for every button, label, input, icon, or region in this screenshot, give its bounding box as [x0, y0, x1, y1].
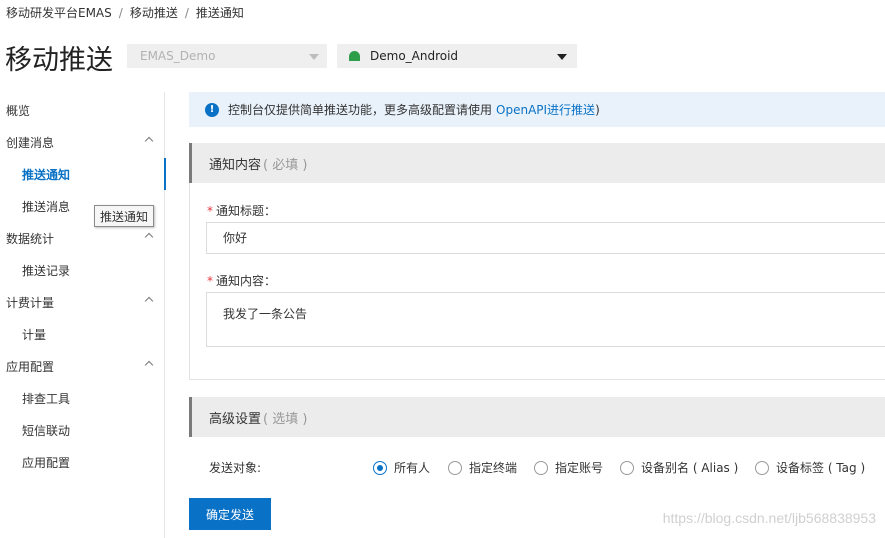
- platform-select[interactable]: Demo_Android: [337, 44, 577, 68]
- watermark: https://blog.csdn.net/ljb568838953: [662, 510, 876, 526]
- sidebar-group-create-message[interactable]: 创建消息: [0, 126, 165, 158]
- sidebar-item-push-records[interactable]: 推送记录: [0, 254, 165, 286]
- sidebar-item-label: 计费计量: [6, 295, 55, 310]
- notification-content-textarea[interactable]: 我发了一条公告: [206, 292, 885, 347]
- advanced-section-header[interactable]: 高级设置 ( 选填 ): [189, 397, 885, 437]
- target-option-device[interactable]: 指定终端: [448, 459, 517, 476]
- sidebar-item-label: 计量: [22, 327, 47, 342]
- android-icon: [348, 51, 361, 61]
- chevron-up-icon: [144, 232, 154, 242]
- field-label-text: 通知内容：: [216, 274, 277, 288]
- info-notice: ! 控制台仅提供简单推送功能，更多高级配置请使用 OpenAPI进行推送 ): [189, 92, 885, 127]
- sidebar-item-label: 推送通知: [22, 167, 71, 182]
- breadcrumb-item-current: 推送通知: [195, 6, 244, 20]
- sidebar-item-label: 应用配置: [6, 359, 55, 374]
- app-select[interactable]: EMAS_Demo: [127, 44, 327, 68]
- sidebar-item-label: 推送记录: [22, 263, 71, 278]
- app-select-value: EMAS_Demo: [140, 49, 216, 63]
- sidebar-item-push-notification[interactable]: 推送通知: [0, 158, 166, 190]
- platform-select-value: Demo_Android: [370, 49, 459, 63]
- radio-label: 设备标签 ( Tag ): [776, 461, 866, 475]
- notification-title-input[interactable]: 你好: [206, 222, 885, 254]
- sidebar-item-sms-linkage[interactable]: 短信联动: [0, 414, 165, 446]
- breadcrumb: 移动研发平台EMAS / 移动推送 / 推送通知: [6, 4, 244, 21]
- chevron-up-icon: [144, 136, 154, 146]
- radio-icon[interactable]: [755, 460, 769, 475]
- sidebar-item-label: 创建消息: [6, 135, 55, 150]
- notice-text: 控制台仅提供简单推送功能，更多高级配置请使用: [228, 103, 493, 117]
- sidebar-group-billing[interactable]: 计费计量: [0, 286, 165, 318]
- section-title: 通知内容: [209, 157, 262, 173]
- breadcrumb-item-push[interactable]: 移动推送: [130, 6, 178, 20]
- notice-close-paren: ): [595, 102, 600, 117]
- target-option-everyone[interactable]: 所有人: [373, 459, 430, 476]
- field-label-text: 通知标题：: [216, 204, 277, 218]
- target-option-account[interactable]: 指定账号: [534, 459, 603, 476]
- info-icon: !: [205, 102, 219, 117]
- section-hint: ( 选填 ): [263, 411, 308, 427]
- chevron-up-icon: [144, 360, 154, 370]
- radio-label: 指定终端: [469, 461, 518, 475]
- sidebar-item-label: 排查工具: [22, 391, 71, 406]
- radio-checked-icon[interactable]: [373, 460, 387, 475]
- breadcrumb-separator: /: [184, 6, 189, 20]
- sidebar-item-troubleshoot[interactable]: 排查工具: [0, 382, 165, 414]
- sidebar-item-overview[interactable]: 概览: [0, 94, 165, 126]
- notification-content-label: * 通知内容：: [207, 272, 276, 289]
- target-option-alias[interactable]: 设备别名 ( Alias ): [620, 459, 738, 476]
- radio-icon[interactable]: [534, 460, 548, 475]
- openapi-link[interactable]: OpenAPI进行推送: [496, 101, 595, 118]
- required-asterisk: *: [207, 204, 213, 218]
- sidebar: 概览 创建消息 推送通知 推送消息 数据统计 推送记录 计费计量 计量 应用配置…: [0, 92, 166, 538]
- page-title: 移动推送: [5, 45, 113, 76]
- radio-label: 所有人: [394, 461, 431, 475]
- chevron-down-icon: [557, 54, 567, 60]
- chevron-up-icon: [144, 296, 154, 306]
- section-hint: ( 必填 ): [263, 157, 308, 173]
- radio-label: 设备别名 ( Alias ): [641, 461, 739, 475]
- section-title: 高级设置: [209, 411, 262, 427]
- radio-icon[interactable]: [620, 460, 634, 475]
- required-asterisk: *: [207, 274, 213, 288]
- sidebar-group-app-config[interactable]: 应用配置: [0, 350, 165, 382]
- sidebar-item-metering[interactable]: 计量: [0, 318, 165, 350]
- sidebar-item-label: 应用配置: [22, 455, 71, 470]
- sidebar-item-label: 短信联动: [22, 423, 71, 438]
- notification-title-label: * 通知标题：: [207, 202, 276, 219]
- confirm-send-button[interactable]: 确定发送: [189, 498, 271, 530]
- radio-label: 指定账号: [555, 461, 604, 475]
- tooltip: 推送通知: [94, 205, 155, 227]
- chevron-down-icon: [309, 54, 319, 60]
- radio-icon[interactable]: [448, 460, 462, 475]
- sidebar-item-label: 概览: [6, 103, 31, 118]
- sidebar-item-app-settings[interactable]: 应用配置: [0, 446, 165, 478]
- send-target-label: 发送对象:: [209, 461, 262, 475]
- target-option-tag[interactable]: 设备标签 ( Tag ): [755, 459, 865, 476]
- breadcrumb-separator: /: [118, 6, 123, 20]
- sidebar-item-label: 推送消息: [22, 199, 71, 214]
- notification-section-header: 通知内容 ( 必填 ): [189, 143, 885, 183]
- breadcrumb-item-emas[interactable]: 移动研发平台EMAS: [6, 6, 112, 20]
- sidebar-item-label: 数据统计: [6, 231, 55, 246]
